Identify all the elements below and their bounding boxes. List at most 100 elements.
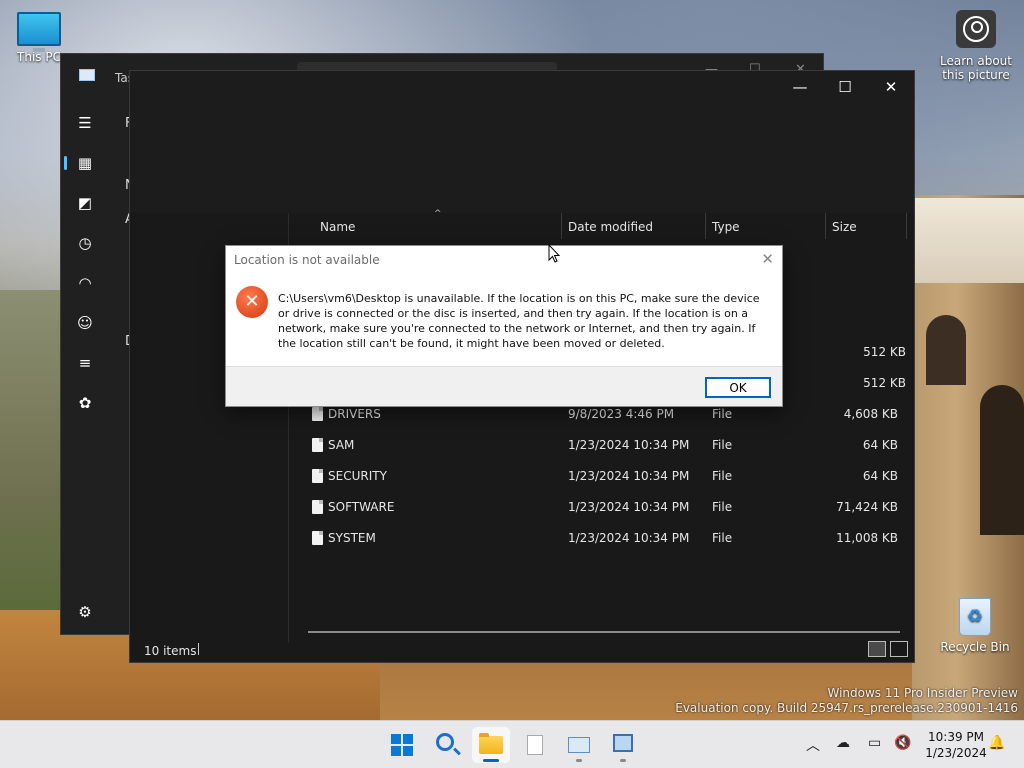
file-date-modified: 1/23/2024 10:34 PM (568, 531, 690, 545)
file-name: DRIVERS (328, 407, 381, 421)
column-header-name[interactable]: Name (320, 220, 355, 234)
file-icon (312, 500, 323, 514)
desktop-icon-recycle-bin[interactable]: ♻ Recycle Bin (940, 598, 1010, 654)
wallpaper-arch (980, 385, 1024, 535)
onedrive-icon[interactable]: ☁ (836, 735, 850, 751)
performance-icon[interactable]: ◩ (75, 193, 95, 213)
watermark-line: Windows 11 Pro Insider Preview (827, 686, 1018, 700)
column-divider[interactable] (906, 213, 907, 239)
mouse-cursor-icon (548, 244, 560, 263)
horizontal-scrollbar[interactable] (308, 631, 900, 633)
file-name: SAM (328, 438, 355, 452)
column-header-date-modified[interactable]: Date modified (568, 220, 653, 234)
running-indicator (620, 759, 626, 762)
taskbar-search-button[interactable] (428, 727, 466, 763)
windows-logo-icon (391, 734, 413, 756)
file-date-modified: 1/23/2024 10:34 PM (568, 469, 690, 483)
status-bar: 10 items (130, 637, 914, 663)
minimize-icon[interactable]: — (777, 77, 823, 97)
explorer-header: — ☐ ✕ (130, 71, 914, 213)
status-divider (198, 643, 199, 655)
column-header-size[interactable]: Size (832, 220, 857, 234)
users-icon[interactable]: ☺ (75, 313, 95, 333)
wallpaper-valley (0, 290, 62, 620)
file-size: 11,008 KB (836, 531, 898, 545)
large-icons-view-button[interactable] (890, 641, 908, 657)
details-view-button[interactable] (868, 641, 886, 657)
file-size: 512 KB (863, 345, 906, 359)
running-indicator (576, 759, 582, 762)
notepad-icon (527, 735, 543, 755)
wallpaper-houses (914, 198, 1024, 283)
maximize-icon[interactable]: ☐ (822, 77, 868, 97)
wallpaper-arch (926, 315, 966, 385)
settings-icon[interactable]: ⚙ (75, 602, 95, 622)
taskbar-app-notepad[interactable] (516, 727, 554, 763)
taskbar-clock[interactable]: 10:39 PM 1/23/2024 (920, 729, 992, 761)
processes-icon[interactable]: ▦ (64, 153, 95, 173)
search-icon (436, 733, 454, 751)
taskbar-app-file-explorer[interactable] (472, 727, 510, 763)
task-manager-app-icon (79, 69, 95, 81)
file-date-modified: 9/8/2023 4:46 PM (568, 407, 675, 421)
sort-ascending-icon: ^ (434, 209, 442, 219)
file-type: File (712, 500, 733, 514)
file-date-modified: 1/23/2024 10:34 PM (568, 500, 690, 514)
network-icon[interactable]: ▭ (868, 735, 881, 751)
table-row[interactable]: SOFTWARE 1/23/2024 10:34 PM File 71,424 … (290, 492, 914, 522)
dialog-footer: OK (226, 366, 782, 406)
column-header-row: ^ Name Date modified Type Size (290, 209, 914, 241)
task-manager-sidebar: ☰ ▦ ◩ ◷ ◠ ☺ ≡ ✿ ⚙ (61, 96, 109, 634)
file-icon (312, 469, 323, 483)
hamburger-icon[interactable]: ☰ (75, 113, 95, 133)
camera-info-icon (956, 10, 996, 48)
file-name: SOFTWARE (328, 500, 395, 514)
file-type: File (712, 469, 733, 483)
table-row[interactable]: SAM 1/23/2024 10:34 PM File 64 KB (290, 430, 914, 460)
services-icon[interactable]: ✿ (75, 393, 95, 413)
file-name: SYSTEM (328, 531, 376, 545)
column-header-type[interactable]: Type (712, 220, 740, 234)
dialog-message: C:\Users\vm6\Desktop is unavailable. If … (278, 292, 760, 350)
task-manager-icon (568, 737, 590, 753)
app-history-icon[interactable]: ◷ (75, 233, 95, 253)
file-type: File (712, 407, 733, 421)
close-icon[interactable]: ✕ (868, 77, 914, 97)
watermark-line: Evaluation copy. Build 25947.rs_prerelea… (675, 701, 1018, 715)
column-divider[interactable] (825, 213, 826, 239)
chevron-up-icon[interactable]: ︿ (806, 735, 820, 755)
file-size: 64 KB (862, 469, 898, 483)
close-icon[interactable]: ✕ (761, 250, 774, 268)
table-row[interactable]: SECURITY 1/23/2024 10:34 PM File 64 KB (290, 461, 914, 491)
file-icon (312, 407, 323, 421)
notification-bell-icon[interactable]: 🔔 (988, 735, 1005, 751)
clock-time: 10:39 PM (928, 730, 984, 744)
clock-date: 1/23/2024 (925, 746, 987, 760)
dialog-title: Location is not available (234, 253, 380, 267)
file-icon (312, 531, 323, 545)
file-date-modified: 1/23/2024 10:34 PM (568, 438, 690, 452)
remote-desktop-icon (613, 734, 633, 752)
file-size: 512 KB (863, 376, 906, 390)
table-row[interactable]: SYSTEM 1/23/2024 10:34 PM File 11,008 KB (290, 523, 914, 553)
item-count: 10 items (144, 644, 197, 658)
location-unavailable-dialog[interactable]: Location is not available ✕ ✕ C:\Users\v… (225, 245, 783, 407)
taskbar-app-task-manager[interactable] (560, 727, 598, 763)
file-name: SECURITY (328, 469, 387, 483)
file-size: 71,424 KB (836, 500, 898, 514)
column-divider[interactable] (561, 213, 562, 239)
startup-icon[interactable]: ◠ (75, 273, 95, 293)
taskbar: ︿ ☁ ▭ 🔇 10:39 PM 1/23/2024 🔔 (0, 720, 1024, 768)
taskbar-app-remote-desktop[interactable] (604, 727, 642, 763)
details-icon[interactable]: ≡ (75, 353, 95, 373)
folder-icon (479, 733, 503, 754)
ok-button[interactable]: OK (705, 377, 771, 398)
error-icon: ✕ (236, 286, 268, 318)
monitor-icon (17, 12, 61, 52)
recycle-bin-icon: ♻ (959, 598, 991, 636)
volume-muted-icon[interactable]: 🔇 (894, 735, 911, 751)
desktop-icon-label: Recycle Bin (940, 640, 1010, 654)
start-button[interactable] (383, 727, 421, 763)
column-divider[interactable] (705, 213, 706, 239)
desktop-icon-learn-about-picture[interactable]: Learn about this picture (936, 10, 1016, 82)
